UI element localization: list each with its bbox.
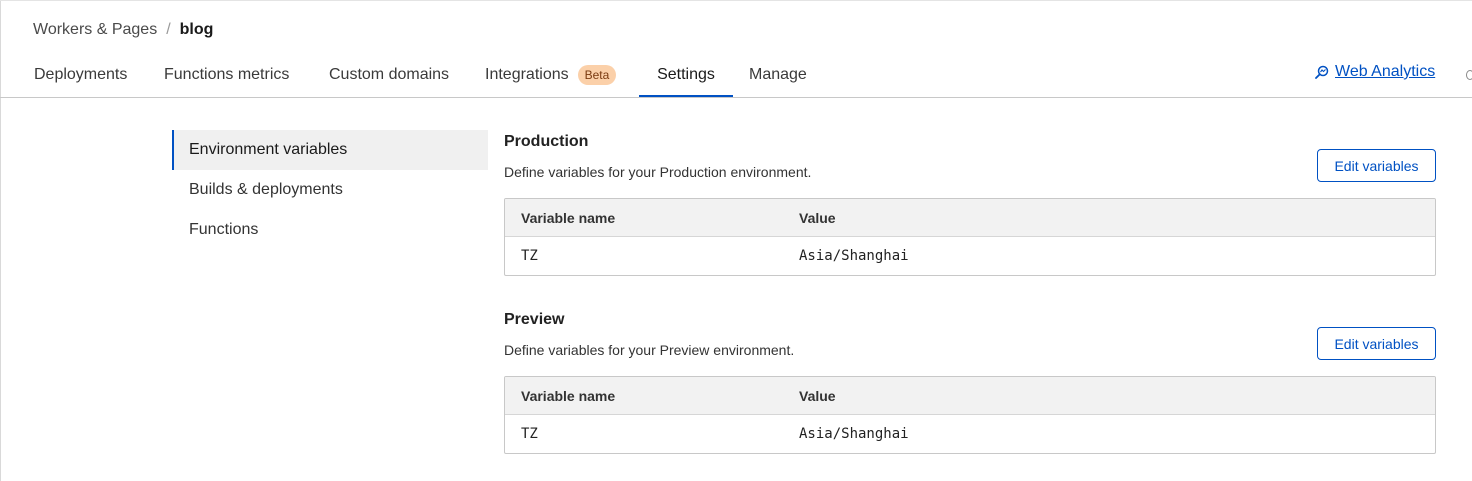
production-edit-variables-button[interactable]: Edit variables bbox=[1317, 149, 1436, 182]
sidebar-item-builds-deployments[interactable]: Builds & deployments bbox=[172, 170, 488, 210]
search-analytics-icon bbox=[1315, 65, 1329, 79]
sidebar-item-environment-variables[interactable]: Environment variables bbox=[172, 130, 488, 170]
preview-title: Preview bbox=[504, 311, 565, 328]
column-header-value: Value bbox=[799, 209, 836, 226]
sidebar-item-label: Builds & deployments bbox=[189, 181, 343, 198]
tab-deployments[interactable]: Deployments bbox=[34, 52, 127, 97]
tab-manage[interactable]: Manage bbox=[749, 52, 807, 97]
settings-sidebar: Environment variables Builds & deploymen… bbox=[172, 130, 488, 250]
table-header: Variable name Value bbox=[505, 199, 1435, 237]
web-analytics-link[interactable]: Web Analytics bbox=[1315, 63, 1435, 81]
tab-label: Custom domains bbox=[329, 65, 450, 83]
column-header-value: Value bbox=[799, 387, 836, 404]
variable-value-cell: Asia/Shanghai bbox=[799, 426, 909, 442]
table-row: TZ Asia/Shanghai bbox=[505, 237, 1435, 275]
preview-edit-variables-button[interactable]: Edit variables bbox=[1317, 327, 1436, 360]
tab-label: Integrations bbox=[485, 65, 569, 83]
tab-settings[interactable]: Settings bbox=[639, 52, 733, 97]
preview-description: Define variables for your Preview enviro… bbox=[504, 342, 795, 358]
window-top-border bbox=[0, 0, 1472, 1]
breadcrumb: Workers & Pages / blog bbox=[33, 18, 213, 42]
beta-badge: Beta bbox=[577, 64, 617, 85]
preview-variables-table: Variable name Value TZ Asia/Shanghai bbox=[504, 376, 1436, 454]
tab-label: Settings bbox=[657, 65, 715, 83]
variable-name-cell: TZ bbox=[521, 248, 538, 264]
sidebar-item-functions[interactable]: Functions bbox=[172, 210, 488, 250]
web-analytics-label: Web Analytics bbox=[1335, 63, 1436, 80]
tab-label: Deployments bbox=[34, 65, 128, 83]
breadcrumb-workers-pages[interactable]: Workers & Pages bbox=[33, 21, 157, 39]
variable-value-cell: Asia/Shanghai bbox=[799, 248, 909, 264]
sidebar-item-label: Environment variables bbox=[189, 141, 348, 158]
sidebar-item-label: Functions bbox=[189, 221, 259, 238]
production-title: Production bbox=[504, 133, 589, 150]
column-header-variable-name: Variable name bbox=[521, 387, 616, 404]
tab-label: Functions metrics bbox=[164, 65, 290, 83]
table-row: TZ Asia/Shanghai bbox=[505, 415, 1435, 453]
tab-functions-metrics[interactable]: Functions metrics bbox=[164, 52, 289, 97]
breadcrumb-current-project: blog bbox=[179, 21, 214, 38]
production-variables-table: Variable name Value TZ Asia/Shanghai bbox=[504, 198, 1436, 276]
overflow-icon[interactable] bbox=[1466, 70, 1472, 80]
production-description: Define variables for your Production env… bbox=[504, 164, 812, 180]
project-tab-bar: Deployments Functions metrics Custom dom… bbox=[0, 52, 1472, 98]
tab-label: Manage bbox=[749, 65, 807, 83]
table-header: Variable name Value bbox=[505, 377, 1435, 415]
breadcrumb-separator: / bbox=[166, 21, 171, 38]
tab-custom-domains[interactable]: Custom domains bbox=[329, 52, 449, 97]
column-header-variable-name: Variable name bbox=[521, 209, 616, 226]
tab-integrations[interactable]: Integrations Beta bbox=[485, 52, 617, 97]
variable-name-cell: TZ bbox=[521, 426, 538, 442]
